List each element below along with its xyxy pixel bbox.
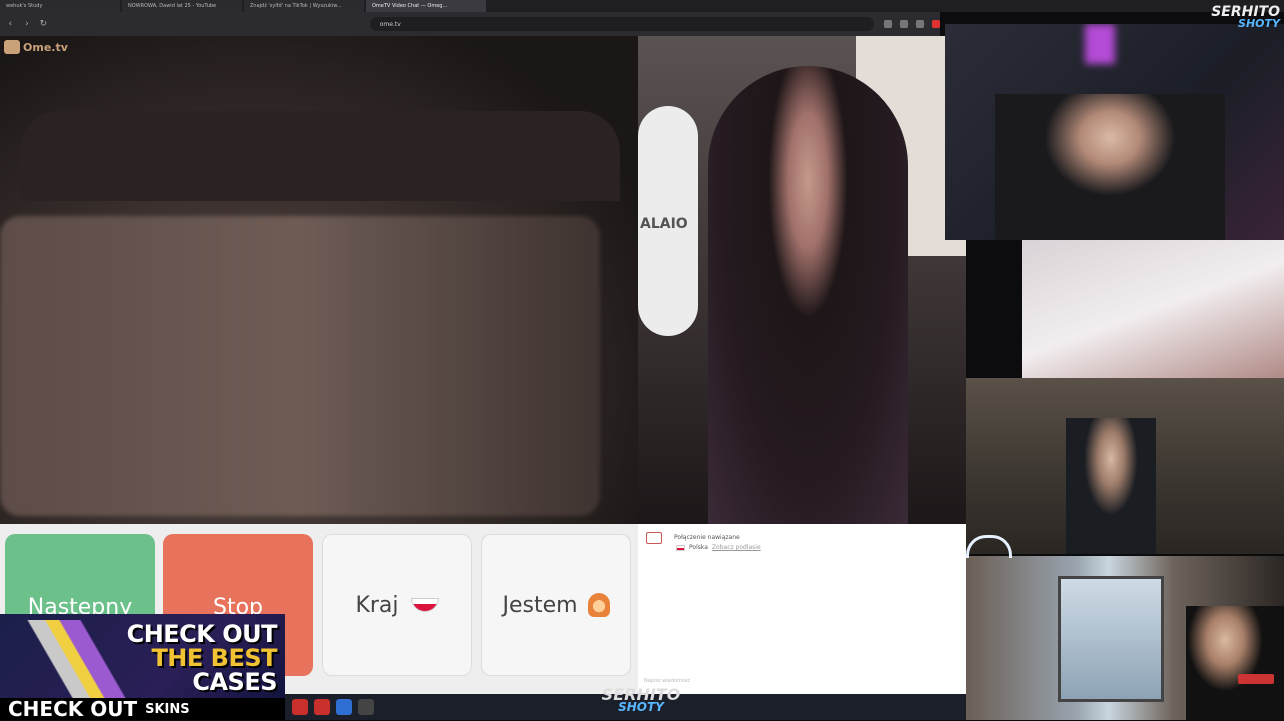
country-action-link[interactable]: Zobacz podlasie — [712, 544, 761, 551]
own-video-feed: Ome.tv — [0, 36, 638, 524]
country-button[interactable]: Kraj — [322, 534, 472, 676]
watermark-bottom: SERHITO SHOTY — [596, 687, 686, 714]
streamer-cam-top — [945, 24, 1284, 240]
address-bar[interactable]: ome.tv — [369, 17, 874, 31]
streamer-cam-room — [966, 378, 1284, 554]
balcony-window — [1058, 576, 1164, 702]
watermark-top: SERHITO SHOTY — [1211, 5, 1280, 30]
share-icon[interactable] — [899, 20, 908, 28]
gender-button-label: Jestem — [502, 592, 578, 618]
taskbar-app-icon-2[interactable] — [314, 699, 330, 715]
bottom-person — [1186, 606, 1284, 720]
blurred-foreground — [0, 216, 600, 516]
browser-tab-ometv[interactable]: OmeTV Video Chat — Omeg... — [366, 0, 486, 12]
chat-message-icon — [646, 532, 662, 544]
partner-person — [708, 66, 908, 524]
partner-country: Polska Zobacz podlasie — [676, 544, 761, 551]
country-button-label: Kraj — [355, 592, 399, 618]
ometv-logo: Ome.tv — [4, 40, 68, 54]
youtube-badge-icon — [1238, 674, 1274, 684]
reload-icon[interactable]: ↻ — [37, 17, 50, 31]
rgb-light — [1085, 24, 1115, 64]
ad-bottom-sub: SKINS — [145, 701, 190, 717]
extension-red-icon[interactable] — [931, 20, 940, 28]
chat-panel: Połączenie nawiązane Polska Zobacz podla… — [638, 524, 966, 694]
translate-icon[interactable] — [883, 20, 892, 28]
taskbar-app-icon-4[interactable] — [358, 699, 374, 715]
browser-tab-youtube[interactable]: NOWROWA, Dawid lat 25 - YouTube — [122, 0, 242, 12]
ometv-logo-text: Ome.tv — [23, 40, 68, 54]
partner-video-feed: ALAIO — [638, 36, 966, 524]
browser-tab-bar: wehuk's Study NOWROWA, Dawid lat 25 - Yo… — [0, 0, 1284, 12]
browser-tab-study[interactable]: wehuk's Study — [0, 0, 120, 12]
browser-tab-tiktok[interactable]: Znajdź 'sylfd' na TikTok | Wyszukiw... — [244, 0, 364, 12]
extension-icons — [883, 20, 940, 28]
bookmark-icon[interactable] — [915, 20, 924, 28]
streamer-person — [995, 94, 1225, 240]
room-person — [1066, 418, 1156, 554]
streamer-cam-bottom — [966, 556, 1284, 720]
forward-icon[interactable]: › — [21, 17, 34, 31]
woman-emoji-icon — [587, 593, 610, 617]
streamer-cam-middle — [1022, 240, 1284, 378]
gender-button[interactable]: Jestem — [481, 534, 631, 676]
taskbar-icons — [292, 699, 374, 715]
taskbar-app-icon-3[interactable] — [336, 699, 352, 715]
partner-country-name: Polska — [689, 544, 708, 551]
overlay-ad-bottom-bar: CHECK OUT SKINS — [0, 697, 285, 721]
back-icon[interactable]: ‹ — [4, 17, 17, 31]
ad-bottom-text: CHECK OUT — [8, 697, 138, 721]
chair-brand-text: ALAIO — [640, 216, 688, 232]
poland-mini-flag-icon — [676, 544, 685, 551]
ometv-logo-icon — [4, 40, 20, 54]
connection-message: Połączenie nawiązane — [674, 534, 740, 541]
taskbar-app-icon-1[interactable] — [292, 699, 308, 715]
poland-flag-icon — [410, 598, 439, 612]
browser-toolbar: ‹ › ↻ ome.tv — [0, 12, 940, 36]
video-background-shape — [20, 111, 620, 201]
ad-line-3: CASES — [192, 668, 277, 696]
chat-input[interactable]: Napisz wiadomość — [644, 678, 690, 684]
